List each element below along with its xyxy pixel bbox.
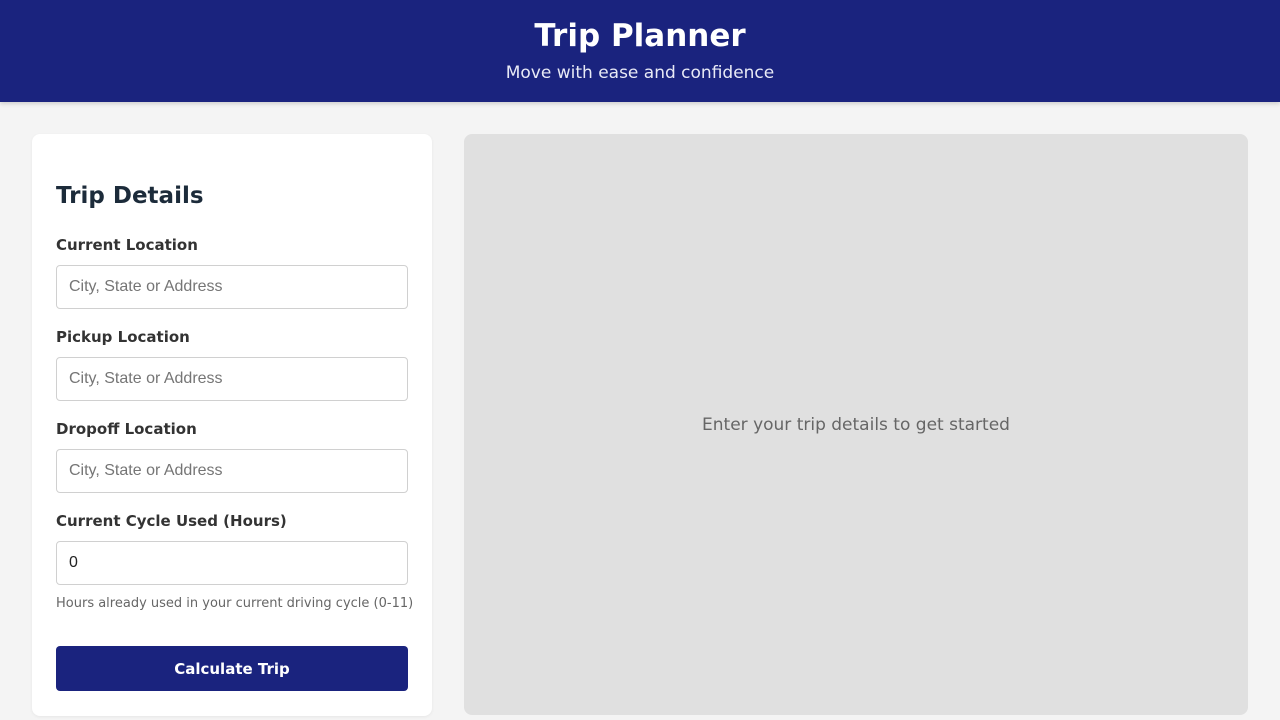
map-placeholder-text: Enter your trip details to get started bbox=[702, 414, 1010, 435]
dropoff-location-input[interactable] bbox=[56, 449, 408, 493]
dropoff-location-label: Dropoff Location bbox=[56, 420, 197, 438]
map-panel: Enter your trip details to get started bbox=[464, 134, 1248, 715]
calculate-trip-button[interactable]: Calculate Trip bbox=[56, 646, 408, 691]
pickup-location-input[interactable] bbox=[56, 357, 408, 401]
app-subtitle: Move with ease and confidence bbox=[505, 63, 775, 83]
pickup-location-label: Pickup Location bbox=[56, 328, 190, 346]
cycle-hours-input[interactable] bbox=[56, 541, 408, 585]
current-location-label: Current Location bbox=[56, 236, 198, 254]
app-title: Trip Planner bbox=[534, 18, 746, 54]
trip-details-title: Trip Details bbox=[56, 183, 204, 209]
app-header: Trip Planner Move with ease and confiden… bbox=[0, 0, 1280, 102]
cycle-hours-label: Current Cycle Used (Hours) bbox=[56, 512, 287, 530]
trip-details-card: Trip Details Current Location Pickup Loc… bbox=[32, 134, 432, 716]
current-location-input[interactable] bbox=[56, 265, 408, 309]
cycle-hours-helper: Hours already used in your current drivi… bbox=[56, 596, 414, 611]
